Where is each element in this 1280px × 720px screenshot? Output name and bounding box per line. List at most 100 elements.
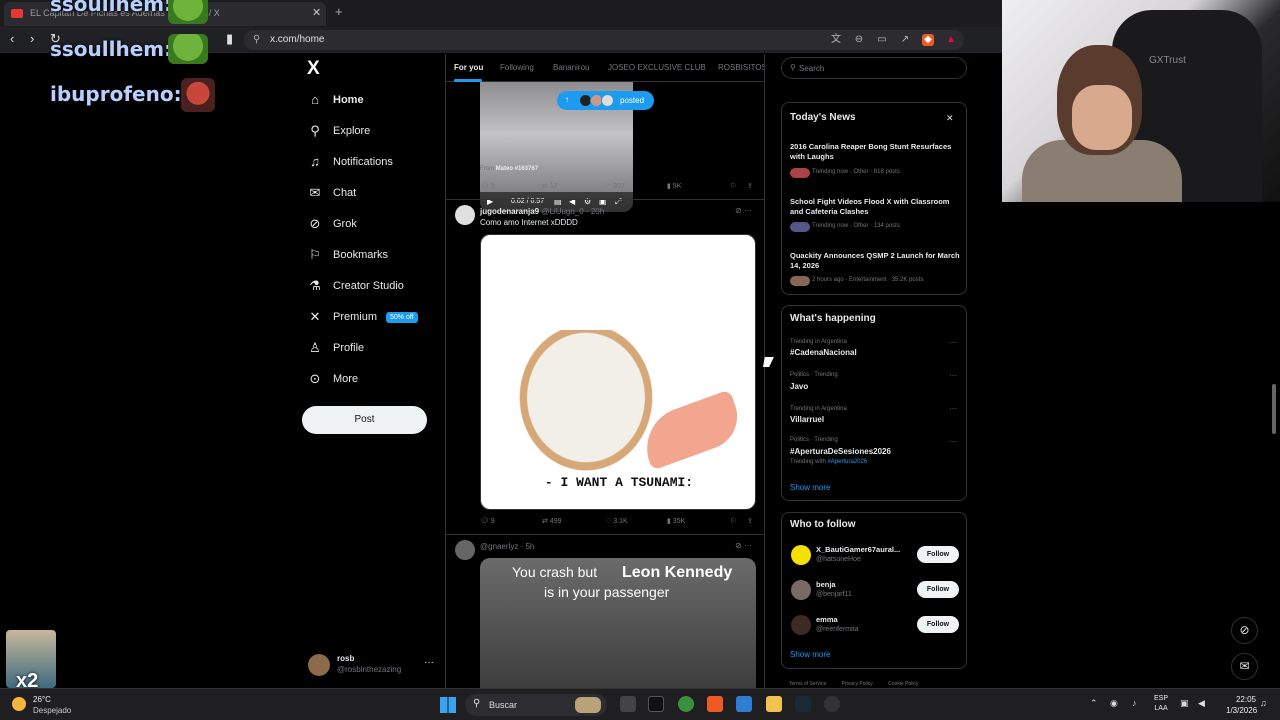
windows-start-icon[interactable] xyxy=(440,697,456,713)
reply-button[interactable]: 💬︎ 1 xyxy=(480,182,495,190)
cookie-link[interactable]: Cookie Policy xyxy=(888,681,918,687)
nav-explore[interactable]: ⚲ Explore xyxy=(307,119,370,143)
avatar[interactable] xyxy=(791,545,811,565)
show-more-link[interactable]: Show more xyxy=(790,650,830,659)
tweet-author[interactable]: @gnaerlyz · 5h xyxy=(480,542,534,551)
like-button[interactable]: ♡ 3.1K xyxy=(605,517,628,525)
file-explorer-icon[interactable] xyxy=(766,696,782,712)
trend-name[interactable]: #AperturaDeSesiones2026 xyxy=(790,447,891,456)
nav-more[interactable]: ⊙ More xyxy=(307,367,359,391)
zoom-icon[interactable]: ⊖ xyxy=(853,34,865,46)
translate-icon[interactable]: 文 xyxy=(830,34,842,46)
like-button[interactable]: ♡ 307 xyxy=(605,182,625,190)
nav-profile[interactable]: ♙ Profile xyxy=(307,336,364,360)
follow-button[interactable]: Follow xyxy=(917,616,959,633)
brave-icon[interactable] xyxy=(707,696,723,712)
nav-chat[interactable]: ✉ Chat xyxy=(307,181,357,205)
epic-games-icon[interactable] xyxy=(648,696,664,712)
bookmark-icon[interactable]: ⚐ xyxy=(730,517,736,525)
taskbar-search[interactable]: ⚲ Buscar xyxy=(465,694,607,716)
clock[interactable]: 22:05 1/3/2026 xyxy=(1226,694,1257,716)
bookmark-page-icon[interactable]: ▮ xyxy=(226,31,233,47)
nav-grok[interactable]: ⊘ Grok xyxy=(307,212,357,236)
terms-link[interactable]: Terms of Service xyxy=(789,681,826,687)
tweet-video[interactable]: You crash but Leon Kennedy is in your pa… xyxy=(480,558,756,688)
follow-user-name[interactable]: emma xyxy=(816,615,908,624)
discord-icon[interactable]: ◉ xyxy=(1110,698,1118,709)
close-tab-icon[interactable]: ✕ xyxy=(312,6,321,19)
show-more-link[interactable]: Show more xyxy=(790,483,830,492)
account-switcher[interactable]: rosb @rosbinthezazing ··· xyxy=(308,652,438,678)
x-logo-icon[interactable]: X xyxy=(307,58,320,80)
avatar[interactable] xyxy=(791,580,811,600)
news-headline[interactable]: School Fight Videos Flood X with Classro… xyxy=(790,197,960,217)
reply-button[interactable]: 💬︎ 9 xyxy=(480,517,495,525)
tray-chevron-icon[interactable]: ⌃ xyxy=(1090,698,1098,709)
views-button[interactable]: ▮ 5K xyxy=(667,182,681,190)
tab-rosbisitos[interactable]: ROSBISITOS xyxy=(718,63,764,72)
notification-bell-icon[interactable]: ♫ xyxy=(1260,698,1267,708)
trend-name[interactable]: Villarruel xyxy=(790,415,824,424)
follow-button[interactable]: Follow xyxy=(917,581,959,598)
follow-user-name[interactable]: X_BautiGamer67aural... xyxy=(816,545,908,554)
search-input[interactable]: ⚲ Search xyxy=(781,57,967,79)
trend-name[interactable]: Javo xyxy=(790,382,808,391)
share-icon[interactable]: ⇪ xyxy=(747,517,753,525)
steam-icon[interactable] xyxy=(795,696,811,712)
share-icon[interactable]: ⇪ xyxy=(747,182,753,190)
grok-icon[interactable]: ⊘ xyxy=(1231,617,1258,644)
task-view-icon[interactable] xyxy=(620,696,636,712)
chrome-icon[interactable] xyxy=(678,696,694,712)
microphone-icon[interactable]: ♪ xyxy=(1132,698,1137,708)
language-indicator[interactable]: ESP LAA xyxy=(1154,694,1168,714)
obs-icon[interactable] xyxy=(824,696,840,712)
from-name[interactable]: Mateo #163767 xyxy=(496,166,538,172)
bookmark-icon[interactable]: ⚐ xyxy=(730,182,736,190)
post-button[interactable]: Post xyxy=(302,406,427,434)
tweet-image[interactable]: - I WANT A TSUNAMI: xyxy=(480,234,756,510)
trend-sub-tag[interactable]: #Apertura2026 xyxy=(827,459,867,465)
more-dots-icon[interactable]: ··· xyxy=(949,404,957,413)
trend-name[interactable]: #CadenaNacional xyxy=(790,348,857,357)
more-dots-icon[interactable]: ··· xyxy=(949,437,957,446)
weather-moon-icon[interactable] xyxy=(12,697,26,711)
grok-icon[interactable]: ⊘ ··· xyxy=(735,541,752,550)
avatar[interactable] xyxy=(455,205,475,225)
nav-creator-studio[interactable]: ⚗ Creator Studio xyxy=(307,274,404,298)
store-icon[interactable] xyxy=(736,696,752,712)
nav-premium[interactable]: ✕ Premium 50% off xyxy=(307,305,418,329)
new-tab-icon[interactable]: + xyxy=(335,4,343,19)
tab-joseo-exclusive-club[interactable]: JOSEO EXCLUSIVE CLUB xyxy=(608,63,706,72)
tab-bananirou[interactable]: Bananirou xyxy=(553,63,589,72)
scrollbar[interactable] xyxy=(1272,384,1276,434)
news-headline[interactable]: 2016 Carolina Reaper Bong Stunt Resurfac… xyxy=(790,142,960,162)
tweet-author[interactable]: jugodenaranja9 @LiUugo_0 · 20h xyxy=(480,207,604,216)
cast-icon[interactable]: ▭ xyxy=(876,34,888,46)
site-info-icon[interactable]: ⚲ xyxy=(253,34,260,45)
tab-for-you[interactable]: For you xyxy=(454,63,483,72)
avatar[interactable] xyxy=(791,615,811,635)
share-icon[interactable]: ↗ xyxy=(899,34,911,46)
tab-following[interactable]: Following xyxy=(500,63,534,72)
network-icon[interactable]: ▣ xyxy=(1180,698,1189,709)
messages-icon[interactable]: ✉ xyxy=(1231,653,1258,680)
nav-home[interactable]: ⌂ Home xyxy=(307,88,364,112)
repost-button[interactable]: ⇄ 17 xyxy=(542,182,558,190)
repost-button[interactable]: ⇄ 499 xyxy=(542,517,562,525)
back-icon[interactable]: ‹ xyxy=(10,31,14,46)
follow-button[interactable]: Follow xyxy=(917,546,959,563)
more-dots-icon[interactable]: ··· xyxy=(424,657,434,668)
volume-icon[interactable]: ◀ xyxy=(1198,698,1205,709)
nav-notifications[interactable]: ♫ Notifications xyxy=(307,150,393,174)
avatar[interactable] xyxy=(455,540,475,560)
news-headline[interactable]: Quackity Announces QSMP 2 Launch for Mar… xyxy=(790,251,960,271)
follow-user-name[interactable]: benja xyxy=(816,580,908,589)
brave-rewards-icon[interactable]: ▲ xyxy=(945,34,957,46)
grok-icon[interactable]: ⊘ ··· xyxy=(735,206,752,215)
privacy-link[interactable]: Privacy Policy xyxy=(842,681,873,687)
new-posts-pill[interactable]: ↑ posted xyxy=(557,91,654,110)
forward-icon[interactable]: › xyxy=(30,31,34,46)
nav-bookmarks[interactable]: ⚐ Bookmarks xyxy=(307,243,388,267)
brave-shields-icon[interactable]: ◆ xyxy=(922,34,934,46)
views-button[interactable]: ▮ 35K xyxy=(667,517,685,525)
